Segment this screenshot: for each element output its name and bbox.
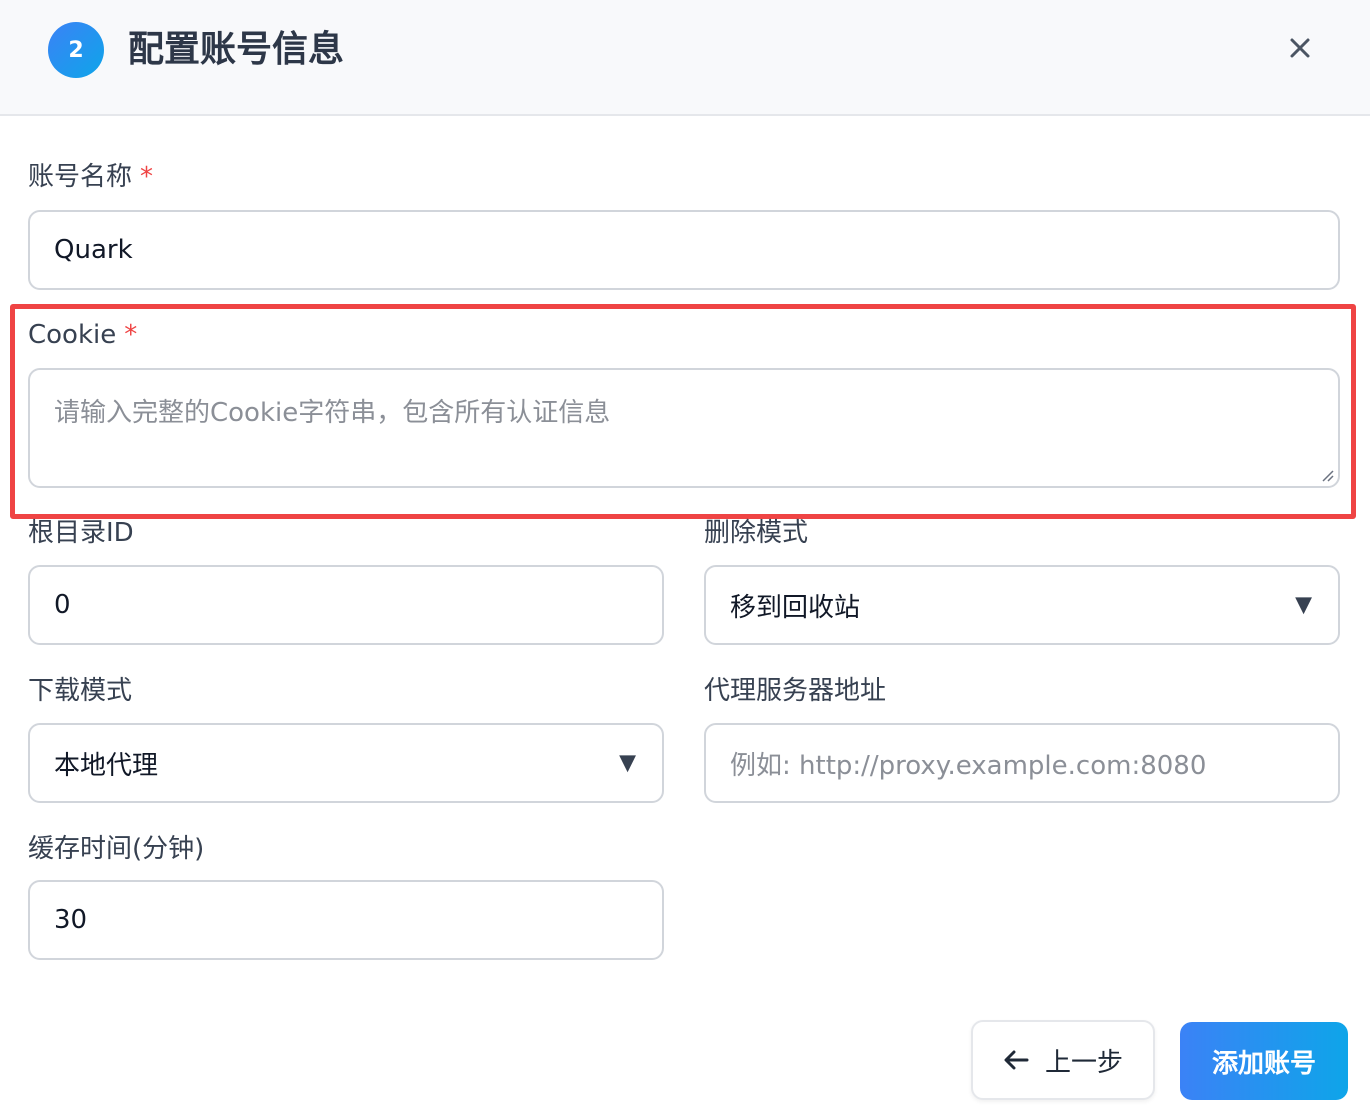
proxy-address-label: 代理服务器地址: [704, 676, 887, 706]
cookie-label: Cookie *: [28, 318, 137, 352]
download-mode-value: 本地代理: [54, 750, 159, 781]
proxy-address-input[interactable]: 例如: http://proxy.example.com:8080: [704, 723, 1340, 803]
step-badge: 2: [48, 22, 104, 78]
required-mark: *: [140, 162, 154, 192]
download-mode-label: 下载模式: [28, 676, 133, 706]
cookie-placeholder: 请输入完整的Cookie字符串，包含所有认证信息: [54, 398, 611, 428]
delete-mode-select[interactable]: 移到回收站 ▼: [704, 565, 1340, 645]
dropdown-arrow-icon: ▼: [619, 750, 636, 776]
cache-time-value: 30: [54, 905, 88, 935]
cache-time-input[interactable]: 30: [28, 880, 664, 960]
root-dir-value: 0: [54, 590, 71, 620]
download-mode-select[interactable]: 本地代理 ▼: [28, 723, 664, 803]
back-button[interactable]: 上一步: [971, 1020, 1155, 1100]
root-dir-input[interactable]: 0: [28, 565, 664, 645]
required-mark: *: [124, 320, 138, 350]
add-account-button-label: 添加账号: [1211, 1048, 1316, 1079]
proxy-address-placeholder: 例如: http://proxy.example.com:8080: [730, 750, 1207, 781]
account-name-label-text: 账号名称: [28, 162, 133, 192]
delete-mode-value: 移到回收站: [730, 592, 861, 623]
dialog-header: 2 配置账号信息: [0, 0, 1370, 116]
root-dir-label: 根目录ID: [28, 518, 134, 548]
cookie-textarea[interactable]: 请输入完整的Cookie字符串，包含所有认证信息: [28, 368, 1340, 488]
close-icon[interactable]: [1280, 28, 1320, 68]
delete-mode-label: 删除模式: [704, 518, 809, 548]
account-name-value: Quark: [54, 235, 133, 265]
back-button-label: 上一步: [1044, 1047, 1123, 1078]
dialog-title: 配置账号信息: [128, 29, 345, 70]
cache-time-label: 缓存时间(分钟): [28, 834, 205, 864]
resize-handle-icon[interactable]: [1320, 468, 1334, 482]
add-account-button[interactable]: 添加账号: [1180, 1022, 1348, 1100]
account-name-label: 账号名称 *: [28, 160, 153, 194]
account-name-input[interactable]: Quark: [28, 210, 1340, 290]
arrow-left-icon: [1004, 1050, 1029, 1070]
dropdown-arrow-icon: ▼: [1295, 592, 1312, 618]
cookie-label-text: Cookie: [28, 320, 117, 350]
